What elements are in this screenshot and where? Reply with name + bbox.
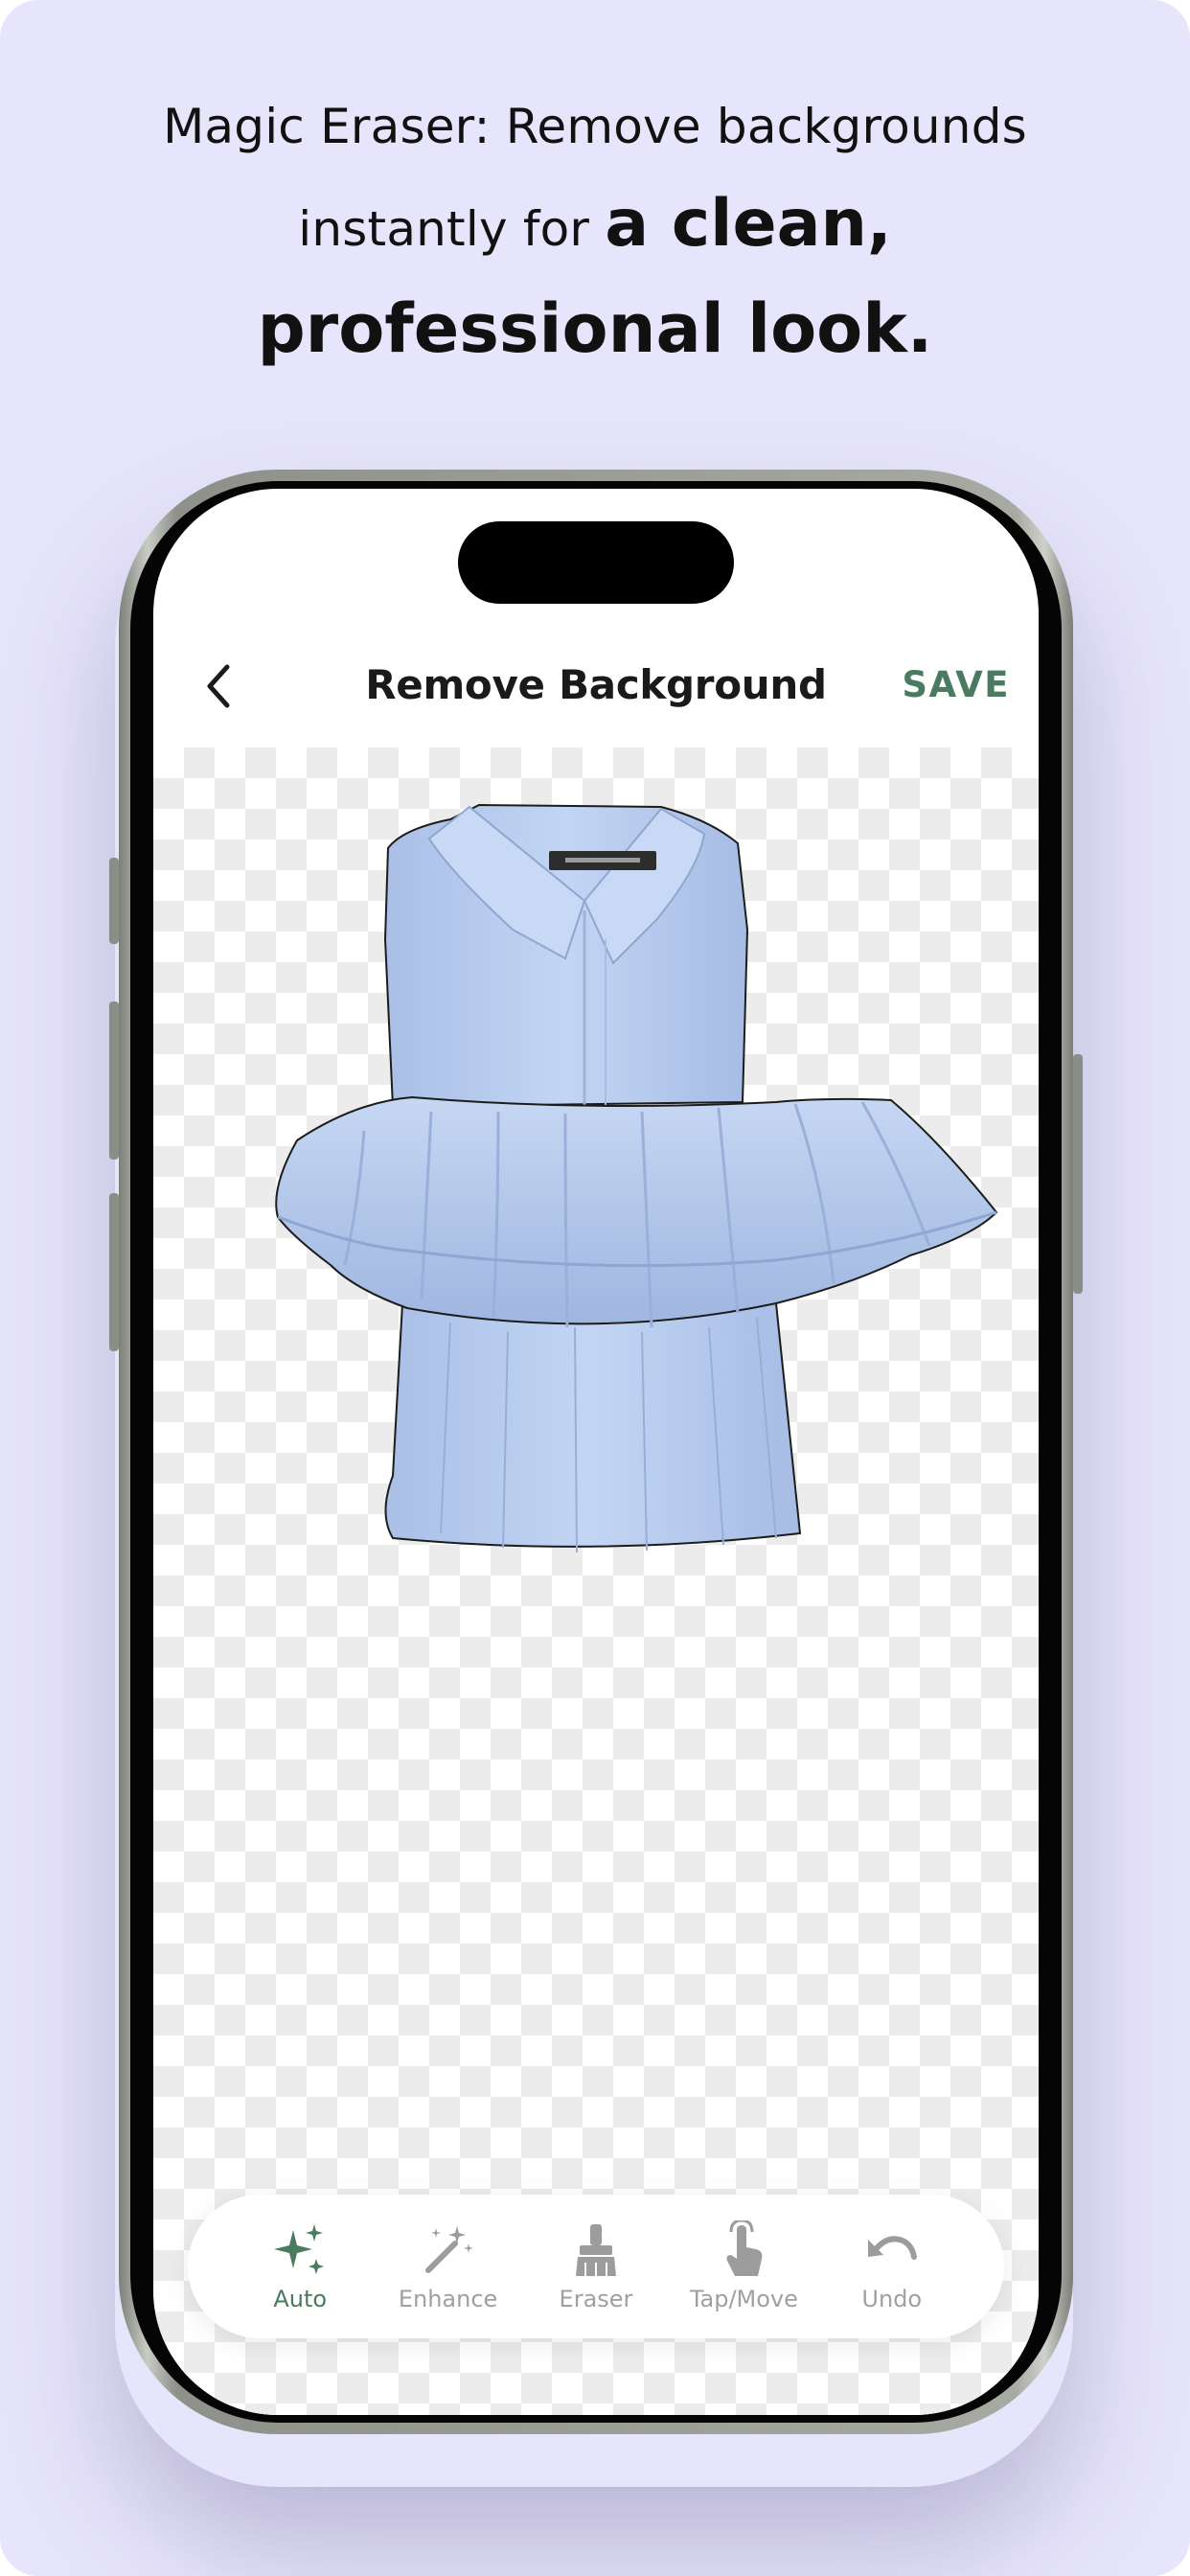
headline-line-2: instantly for — [298, 201, 606, 257]
tool-label: Undo — [861, 2286, 923, 2312]
undo-button[interactable]: Undo — [820, 2220, 964, 2312]
sparkles-icon — [274, 2224, 325, 2274]
blouse-image[interactable] — [163, 767, 1025, 1591]
undo-icon — [867, 2236, 917, 2260]
tool-label: Enhance — [398, 2286, 498, 2312]
headline-line-1: Magic Eraser: Remove backgrounds — [163, 99, 1027, 154]
promo-headline: Magic Eraser: Remove backgrounds instant… — [57, 75, 1133, 380]
tool-label: Eraser — [559, 2286, 633, 2312]
promo-background: Magic Eraser: Remove backgrounds instant… — [0, 0, 1190, 2576]
phone-volume-down — [109, 1193, 119, 1351]
save-button[interactable]: SAVE — [902, 664, 1010, 705]
headline-line-3: professional look. — [257, 289, 933, 368]
phone-volume-up — [109, 1001, 119, 1160]
tap-hand-icon — [726, 2220, 763, 2276]
tap-move-tool-button[interactable]: Tap/Move — [672, 2220, 815, 2312]
phone-power-button — [1073, 1054, 1083, 1294]
dynamic-island — [458, 521, 734, 604]
nav-bar: Remove Background SAVE — [153, 632, 1039, 738]
auto-tool-button[interactable]: Auto — [228, 2220, 372, 2312]
eraser-tool-button[interactable]: Eraser — [524, 2220, 668, 2312]
tool-label: Auto — [273, 2286, 328, 2312]
eraser-brush-icon — [575, 2224, 616, 2276]
transparent-canvas[interactable] — [153, 748, 1039, 2415]
phone-screen: Remove Background SAVE Auto Enhance Eras… — [153, 489, 1039, 2415]
headline-line-2-bold: a clean, — [605, 186, 892, 262]
edit-toolbar: Auto Enhance Eraser Tap/Move Undo — [188, 2195, 1004, 2338]
tool-label: Tap/Move — [689, 2286, 798, 2312]
phone-mute-switch — [109, 858, 119, 944]
magic-wand-icon — [424, 2226, 473, 2273]
enhance-tool-button[interactable]: Enhance — [377, 2220, 520, 2312]
